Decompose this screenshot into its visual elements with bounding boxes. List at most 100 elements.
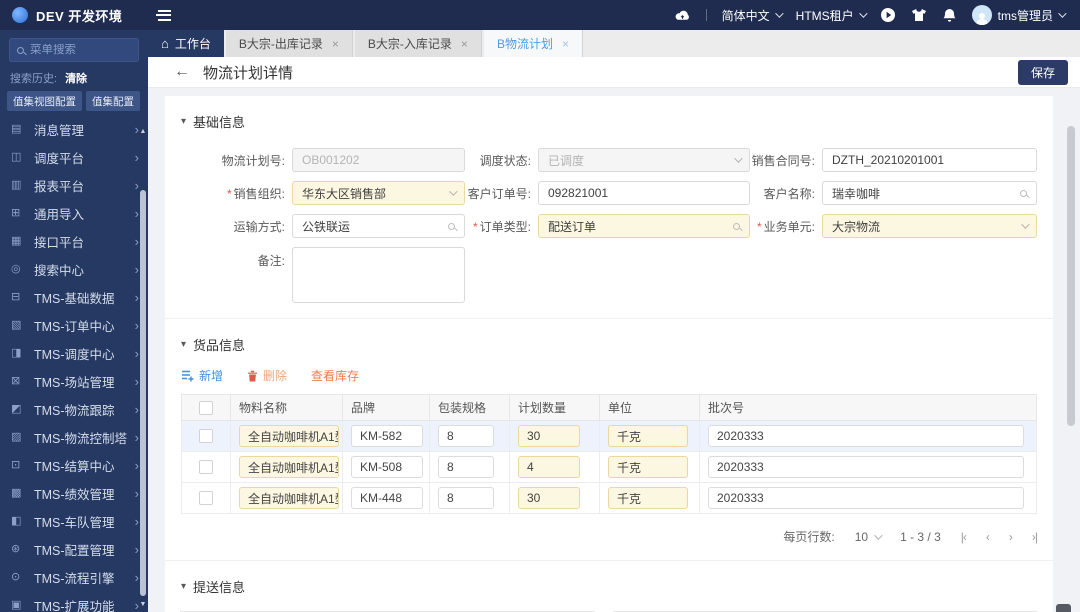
unit-cell[interactable]: 千克 — [608, 425, 688, 447]
sidebar-menu-item[interactable]: ◎ 搜索中心 › — [0, 255, 148, 283]
content-scrollbar-thumb[interactable] — [1067, 126, 1075, 426]
tab-logistics-plan[interactable]: B物流计划 × — [483, 30, 583, 57]
menu-search-input[interactable] — [30, 44, 130, 56]
unit-cell[interactable]: 千克 — [608, 456, 688, 478]
chevron-down-icon — [874, 530, 883, 540]
row-checkbox[interactable] — [199, 460, 213, 474]
add-row-button[interactable]: 新增 — [181, 367, 223, 384]
search-icon[interactable] — [1020, 189, 1027, 197]
sidebar-menu-item[interactable]: ▦ 接口平台 › — [0, 227, 148, 255]
sidebar-menu-item[interactable]: ▩ TMS-绩效管理 › — [0, 479, 148, 507]
sidebar-menu-item[interactable]: ◫ 调度平台 › — [0, 143, 148, 171]
language-select[interactable]: 简体中文 — [722, 7, 784, 24]
notifications-bell-icon[interactable] — [942, 8, 957, 23]
sidebar-menu-item[interactable]: ▧ TMS-订单中心 › — [0, 311, 148, 339]
tab-outbound-records[interactable]: B大宗-出库记录 × — [225, 30, 353, 57]
sidebar-menu-item[interactable]: ◩ TMS-物流跟踪 › — [0, 395, 148, 423]
menu-search-box[interactable] — [9, 38, 139, 62]
sidebar-menu-item[interactable]: ⊞ 通用导入 › — [0, 199, 148, 227]
tenant-select[interactable]: HTMS租户 — [796, 7, 868, 24]
sidebar-menu-item[interactable]: ⊙ TMS-流程引擎 › — [0, 563, 148, 591]
delete-row-button[interactable]: 删除 — [247, 367, 287, 384]
sidebar-menu-item[interactable]: ▤ 消息管理 › — [0, 115, 148, 143]
sidebar-menu-item[interactable]: ⊡ TMS-结算中心 › — [0, 451, 148, 479]
history-tag[interactable]: 值集配置 — [86, 91, 140, 111]
brand-cell[interactable]: KM-582 — [351, 425, 423, 447]
close-icon[interactable]: × — [461, 37, 468, 51]
sidebar-menu-item[interactable]: ⊠ TMS-场站管理 › — [0, 367, 148, 395]
collapse-menu-icon[interactable] — [156, 9, 171, 21]
customer-order-no-input[interactable]: 092821001 — [538, 181, 750, 205]
clear-history-button[interactable]: 清除 — [65, 70, 87, 86]
tab-workbench[interactable]: ⌂ 工作台 — [148, 30, 224, 57]
back-arrow-button[interactable]: ← — [174, 64, 190, 80]
table-row[interactable]: 全自动咖啡机A1型 KM-508 8 4 千克 2020333 — [181, 452, 1037, 483]
sidebar-menu-item[interactable]: ▥ 报表平台 › — [0, 171, 148, 199]
next-page-icon[interactable]: › — [1009, 530, 1013, 544]
material-name-cell[interactable]: 全自动咖啡机A1型 — [239, 487, 339, 509]
scroll-down-icon[interactable]: ▼ — [139, 601, 147, 608]
sidebar-menu-item[interactable]: ◧ TMS-车队管理 › — [0, 507, 148, 535]
contract-no-label: 销售合同号: — [751, 153, 815, 168]
transport-mode-lov[interactable]: 公铁联运 — [292, 214, 465, 238]
dispatch-status-select[interactable]: 已调度 — [538, 148, 750, 172]
sidebar-scrollbar[interactable]: ▲ ▼ — [139, 126, 147, 612]
package-spec-cell[interactable]: 8 — [438, 425, 494, 447]
customer-name-lov[interactable]: 瑞幸咖啡 — [822, 181, 1037, 205]
tab-inbound-records[interactable]: B大宗-入库记录 × — [354, 30, 482, 57]
table-row[interactable]: 全自动咖啡机A1型 KM-582 8 30 千克 2020333 — [181, 421, 1037, 452]
scroll-up-icon[interactable]: ▲ — [139, 128, 147, 135]
batch-no-cell[interactable]: 2020333 — [708, 456, 1024, 478]
save-button[interactable]: 保存 — [1017, 59, 1068, 85]
section-goods-info[interactable]: ▾ 货品信息 — [165, 319, 1053, 354]
planned-qty-cell[interactable]: 30 — [518, 425, 580, 447]
brand-cell[interactable]: KM-448 — [351, 487, 423, 509]
row-checkbox[interactable] — [199, 491, 213, 505]
search-icon[interactable] — [448, 222, 455, 230]
row-checkbox[interactable] — [199, 429, 213, 443]
view-stock-button[interactable]: 查看库存 — [311, 367, 359, 384]
per-page-select[interactable]: 10 — [855, 530, 883, 544]
prev-page-icon[interactable]: ‹ — [986, 530, 990, 544]
sidebar-scroll-thumb[interactable] — [140, 190, 146, 596]
material-name-cell[interactable]: 全自动咖啡机A1型 — [239, 425, 339, 447]
column-header: 品牌 — [342, 395, 429, 420]
close-icon[interactable]: × — [562, 37, 569, 51]
contract-no-input[interactable]: DZTH_20210201001 — [822, 148, 1037, 172]
column-header: 物料名称 — [230, 395, 342, 420]
plan-no-input[interactable]: OB001202 — [292, 148, 465, 172]
sidebar-menu-item[interactable]: ▣ TMS-扩展功能 › — [0, 591, 148, 612]
first-page-icon[interactable]: |‹ — [961, 530, 967, 544]
sidebar-menu-item[interactable]: ◨ TMS-调度中心 › — [0, 339, 148, 367]
search-icon[interactable] — [733, 222, 740, 230]
sales-org-select[interactable]: 华东大区销售部 — [292, 181, 465, 205]
guide-play-icon[interactable] — [880, 7, 896, 23]
batch-no-cell[interactable]: 2020333 — [708, 425, 1024, 447]
business-unit-select[interactable]: 大宗物流 — [822, 214, 1037, 238]
unit-cell[interactable]: 千克 — [608, 487, 688, 509]
brand-cell[interactable]: KM-508 — [351, 456, 423, 478]
sidebar-menu-item[interactable]: ⊟ TMS-基础数据 › — [0, 283, 148, 311]
floating-widget[interactable] — [1056, 604, 1071, 612]
sidebar-menu-item[interactable]: ⊛ TMS-配置管理 › — [0, 535, 148, 563]
cloud-upload-icon[interactable] — [674, 9, 691, 22]
sidebar-menu-item[interactable]: ▨ TMS-物流控制塔 › — [0, 423, 148, 451]
history-tag[interactable]: 值集视图配置 — [7, 91, 82, 111]
package-spec-cell[interactable]: 8 — [438, 456, 494, 478]
section-basic-info[interactable]: ▾ 基础信息 — [165, 96, 1053, 131]
user-menu[interactable]: tms管理员 — [971, 5, 1067, 25]
last-page-icon[interactable]: ›| — [1032, 530, 1038, 544]
remark-textarea[interactable] — [292, 247, 465, 303]
package-spec-cell[interactable]: 8 — [438, 487, 494, 509]
batch-no-cell[interactable]: 2020333 — [708, 487, 1024, 509]
order-type-lov[interactable]: 配送订单 — [538, 214, 750, 238]
section-delivery-info[interactable]: ▾ 提送信息 — [165, 561, 1053, 596]
theme-skin-icon[interactable] — [911, 8, 927, 22]
close-icon[interactable]: × — [332, 37, 339, 51]
planned-qty-cell[interactable]: 30 — [518, 487, 580, 509]
table-row[interactable]: 全自动咖啡机A1型 KM-448 8 30 千克 2020333 — [181, 483, 1037, 514]
menu-item-icon: ▤ — [11, 122, 22, 135]
material-name-cell[interactable]: 全自动咖啡机A1型 — [239, 456, 339, 478]
planned-qty-cell[interactable]: 4 — [518, 456, 580, 478]
select-all-checkbox[interactable] — [199, 400, 213, 415]
